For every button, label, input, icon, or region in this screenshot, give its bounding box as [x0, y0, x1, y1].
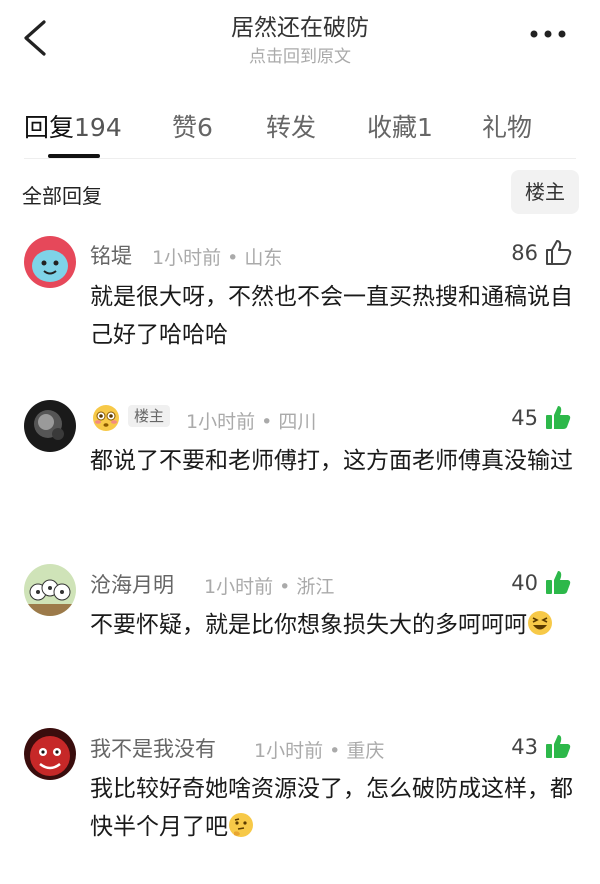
comment-meta: 1小时前 • 浙江 — [204, 576, 335, 598]
thumbs-up-filled-icon — [546, 735, 571, 758]
tab-label: 礼物 — [482, 113, 533, 142]
tab-replies[interactable]: 回复194 — [24, 108, 122, 144]
comment-text: 都说了不要和老师傅打，这方面老师傅真没输过 — [90, 448, 573, 474]
like-count: 86 — [511, 241, 538, 265]
comment-time: 1小时前 — [152, 247, 222, 269]
tab-likes[interactable]: 赞6 — [172, 108, 213, 144]
comment-location: 浙江 — [296, 576, 335, 598]
like-button[interactable] — [544, 403, 572, 431]
avatar[interactable] — [24, 236, 76, 288]
more-dots-icon — [530, 30, 566, 38]
comment-meta: 1小时前 • 山东 — [152, 247, 283, 269]
comment-time: 1小时前 — [254, 740, 324, 762]
laughing-emoji-icon — [528, 611, 552, 635]
like-count: 40 — [511, 571, 538, 595]
avatar[interactable] — [24, 728, 76, 780]
comment-text-content: 我比较好奇她啥资源没了，怎么破防成这样，都快半个月了吧 — [90, 776, 573, 840]
tab-favorites[interactable]: 收藏1 — [367, 108, 433, 144]
comment-meta: 1小时前 • 重庆 — [254, 740, 385, 762]
comment-text: 不要怀疑，就是比你想象损失大的多呵呵呵 — [90, 606, 580, 644]
back-to-original-link[interactable]: 点击回到原文 — [0, 42, 600, 67]
all-replies-label: 全部回复 — [22, 184, 102, 208]
op-only-filter-button[interactable]: 楼主 — [511, 170, 579, 214]
comment-location: 山东 — [244, 247, 283, 269]
thinking-emoji-icon — [229, 813, 253, 837]
like-button[interactable] — [544, 732, 572, 760]
comment-username[interactable]: 铭堤 — [90, 240, 132, 270]
comment-username[interactable]: 沧海月明 — [90, 569, 174, 599]
tab-reposts[interactable]: 转发 — [266, 108, 316, 144]
divider — [24, 158, 576, 159]
op-tag: 楼主 — [128, 405, 171, 427]
comment-text-content: 不要怀疑，就是比你想象损失大的多呵呵呵 — [90, 612, 527, 638]
comment-location: 四川 — [278, 411, 317, 433]
more-button[interactable] — [526, 24, 570, 44]
avatar[interactable] — [24, 564, 76, 616]
op-tag-label: 楼主 — [128, 405, 171, 427]
page-title: 居然还在破防 — [231, 15, 369, 41]
comment-time: 1小时前 — [204, 576, 274, 598]
like-count: 45 — [511, 406, 538, 430]
thumbs-up-filled-icon — [546, 571, 571, 594]
comment-location: 重庆 — [346, 740, 385, 762]
comment-meta: 1小时前 • 四川 — [186, 411, 317, 433]
avatar[interactable] — [24, 400, 76, 452]
thumbs-up-outline-icon — [546, 240, 572, 265]
like-button[interactable] — [544, 568, 572, 596]
tab-count: 194 — [74, 113, 122, 142]
tab-label: 赞 — [172, 113, 198, 142]
tab-count: 1 — [417, 113, 433, 142]
comment-time: 1小时前 — [186, 411, 256, 433]
like-button[interactable] — [544, 238, 572, 266]
tab-label: 回复 — [24, 113, 75, 142]
like-count: 43 — [511, 735, 538, 759]
comment-text: 我比较好奇她啥资源没了，怎么破防成这样，都快半个月了吧 — [90, 770, 580, 846]
comment-username[interactable]: 我不是我没有 — [90, 733, 216, 763]
tab-label: 转发 — [266, 113, 317, 142]
comment-text: 就是很大呀，不然也不会一直买热搜和通稿说自己好了哈哈哈 — [90, 284, 573, 348]
commenter-emoji-name[interactable] — [92, 404, 120, 436]
tab-count: 6 — [197, 113, 213, 142]
thumbs-up-filled-icon — [546, 406, 571, 429]
flushed-emoji-icon — [93, 405, 119, 431]
tab-gifts[interactable]: 礼物 — [482, 108, 532, 144]
tab-label: 收藏 — [367, 113, 418, 142]
